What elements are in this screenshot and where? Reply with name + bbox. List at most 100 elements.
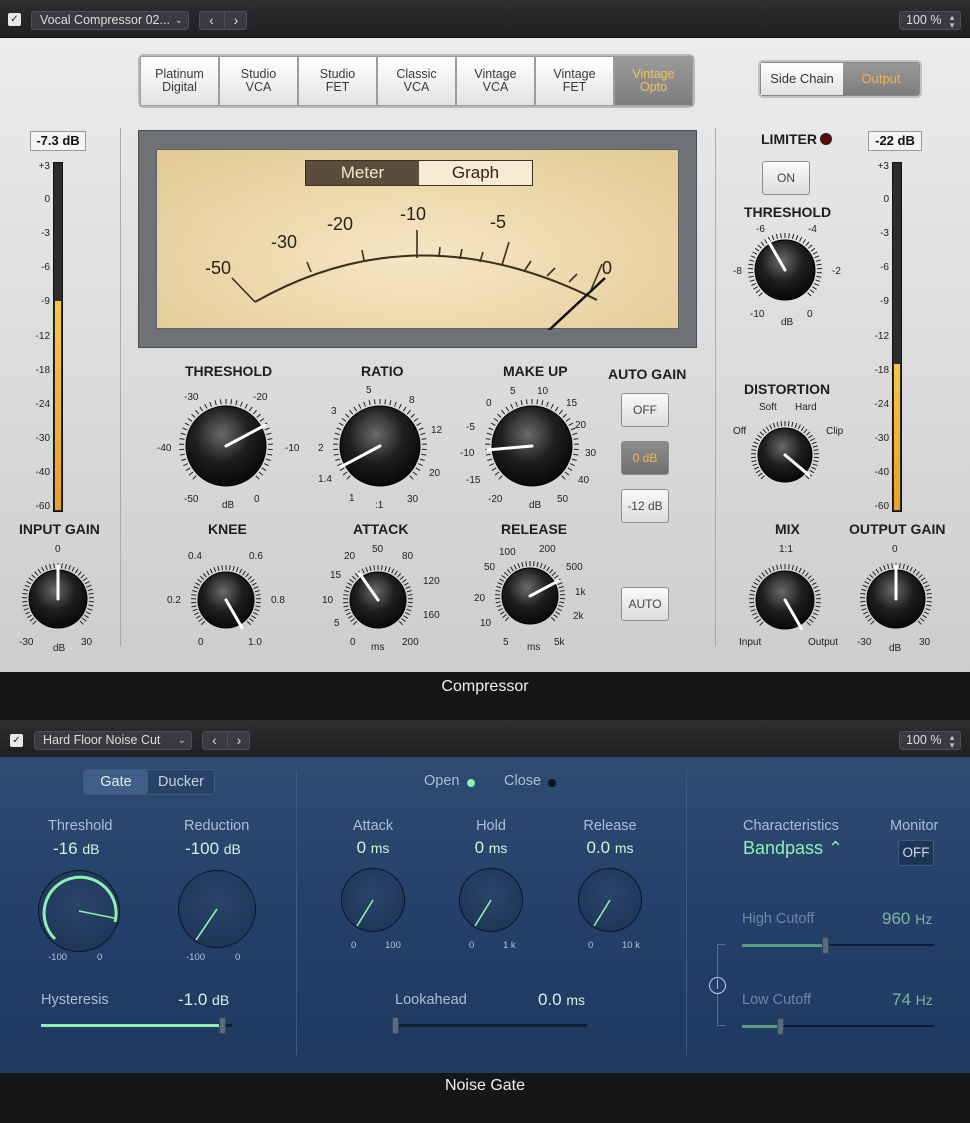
input-gain-knob[interactable] [21, 562, 95, 636]
release-knob-scale-label: 10 [480, 618, 492, 629]
slider-handle[interactable] [392, 1017, 399, 1034]
gate-enable-checkbox[interactable]: ✓ [10, 734, 23, 747]
lookahead-readout: 0.0 ms [538, 990, 585, 1010]
compressor-zoom-dropdown[interactable]: 100 % ▲ ▼ [899, 11, 961, 30]
distortion-knob[interactable] [750, 420, 820, 490]
vu-scale-label: -5 [490, 212, 507, 232]
gate-preset-dropdown[interactable]: Hard Floor Noise Cut ⌄ [34, 731, 192, 750]
lookahead-value: 0.0 [538, 990, 562, 1009]
auto-release-button[interactable]: AUTO [621, 587, 669, 621]
gate-zoom-dropdown[interactable]: 100 % ▲ ▼ [899, 731, 961, 750]
threshold-knob[interactable] [38, 870, 120, 952]
makeup-knob[interactable] [484, 398, 580, 494]
meter-tick-label: -3 [41, 228, 50, 239]
knee-knob-scale-label: 1.0 [248, 637, 262, 648]
previous-preset-button[interactable]: ‹ [200, 12, 223, 28]
next-preset-button[interactable]: › [227, 732, 250, 748]
attack-min: 0 [351, 940, 357, 951]
auto-gain-off-button[interactable]: OFF [621, 393, 669, 427]
hysteresis-readout: -1.0 dB [178, 990, 229, 1010]
meter-tick-label: -6 [41, 262, 50, 273]
output-gain-knob[interactable] [859, 562, 933, 636]
mix-knob-label: MIX [775, 521, 800, 537]
output-level-meter [892, 162, 902, 512]
low-cutoff-slider[interactable] [742, 1018, 934, 1035]
slider-fill [742, 1025, 781, 1028]
compressor-footer: Compressor [0, 672, 970, 720]
attack-knob-scale-label: ms [371, 642, 385, 653]
model-button[interactable]: Vintage FET [535, 56, 614, 106]
hold-min: 0 [469, 940, 475, 951]
auto-gain-0db-button[interactable]: 0 dB [621, 441, 669, 475]
meter-tick-label: -9 [41, 296, 50, 307]
mix-knob[interactable] [748, 563, 822, 637]
high-cutoff-slider[interactable] [742, 937, 934, 954]
high-cutoff-readout: 960 Hz [882, 909, 932, 929]
monitor-off-button[interactable]: OFF [898, 840, 934, 866]
knee-knob[interactable] [190, 564, 262, 636]
auto-gain-minus12-button[interactable]: -12 dB [621, 489, 669, 523]
ratio-knob-scale-label: :1 [375, 500, 384, 511]
output-button[interactable]: Output [843, 63, 919, 95]
graph-tab[interactable]: Graph [419, 161, 532, 185]
compressor-enable-checkbox[interactable]: ✓ [8, 13, 21, 26]
divider [715, 128, 716, 646]
limiter-threshold-knob[interactable] [747, 232, 823, 308]
threshold-knob[interactable] [178, 398, 274, 494]
release-knob[interactable] [578, 868, 642, 932]
compressor-preset-dropdown[interactable]: Vocal Compressor 02... ⌄ [31, 11, 189, 30]
reduction-knob[interactable] [178, 870, 256, 948]
makeup-knob-scale-label: 50 [557, 494, 569, 505]
high-cutoff-unit: Hz [915, 911, 933, 927]
model-button[interactable]: Vintage Opto [614, 56, 693, 106]
link-power-icon[interactable]: | [709, 977, 726, 994]
reduction-readout: -100 dB [185, 839, 241, 859]
ratio-knob-scale-label: 8 [409, 395, 415, 406]
model-button[interactable]: Classic VCA [377, 56, 456, 106]
meter-tick-label: -9 [880, 296, 889, 307]
hold-knob[interactable] [459, 868, 523, 932]
lookahead-label: Lookahead [395, 992, 467, 1008]
attack-label: Attack [352, 818, 394, 834]
slider-fill [742, 944, 825, 947]
gate-ducker-toggle: Gate Ducker [83, 769, 215, 795]
ducker-mode-button[interactable]: Ducker [148, 770, 214, 794]
slider-handle[interactable] [219, 1017, 227, 1034]
knee-knob-graphic [191, 565, 261, 630]
meter-tick-label: -40 [35, 467, 50, 478]
hysteresis-slider[interactable] [41, 1017, 232, 1034]
limiter-threshold-knob-scale-label: -6 [756, 224, 765, 235]
makeup-knob-scale-label: 40 [578, 475, 590, 486]
preset-label: Hard Floor Noise Cut [43, 733, 161, 747]
release-knob-indicator [593, 899, 611, 927]
previous-preset-button[interactable]: ‹ [203, 732, 226, 748]
side-chain-button[interactable]: Side Chain [761, 63, 843, 95]
next-preset-button[interactable]: › [224, 12, 247, 28]
attack-knob[interactable] [342, 564, 414, 636]
hold-knob-indicator [474, 899, 492, 927]
ratio-knob-scale-label: 3 [331, 406, 337, 417]
meter-tick-label: +3 [877, 161, 889, 172]
model-button[interactable]: Studio VCA [219, 56, 298, 106]
release-knob[interactable] [494, 560, 566, 632]
characteristics-dropdown[interactable]: Bandpass ⌃ [743, 838, 843, 859]
zoom-label: 100 % [906, 13, 942, 27]
model-button[interactable]: Platinum Digital [140, 56, 219, 106]
meter-tab[interactable]: Meter [306, 161, 419, 185]
threshold-max: 0 [97, 952, 103, 963]
release-knob-scale-label: 5k [554, 637, 565, 648]
model-button[interactable]: Studio FET [298, 56, 377, 106]
attack-knob[interactable] [341, 868, 405, 932]
slider-handle[interactable] [777, 1018, 785, 1035]
low-cutoff-label: Low Cutoff [742, 992, 812, 1008]
limiter-threshold-knob-scale-label: -10 [750, 309, 765, 320]
knee-knob-scale-label: 0.2 [167, 595, 181, 606]
ratio-knob[interactable] [332, 398, 428, 494]
slider-handle[interactable] [821, 937, 829, 954]
lookahead-slider[interactable] [392, 1017, 587, 1034]
model-button[interactable]: Vintage VCA [456, 56, 535, 106]
threshold-value: -16 [53, 839, 78, 858]
limiter-threshold-knob-scale-label: -4 [808, 224, 817, 235]
gate-mode-button[interactable]: Gate [84, 770, 148, 794]
limiter-on-button[interactable]: ON [762, 161, 810, 195]
